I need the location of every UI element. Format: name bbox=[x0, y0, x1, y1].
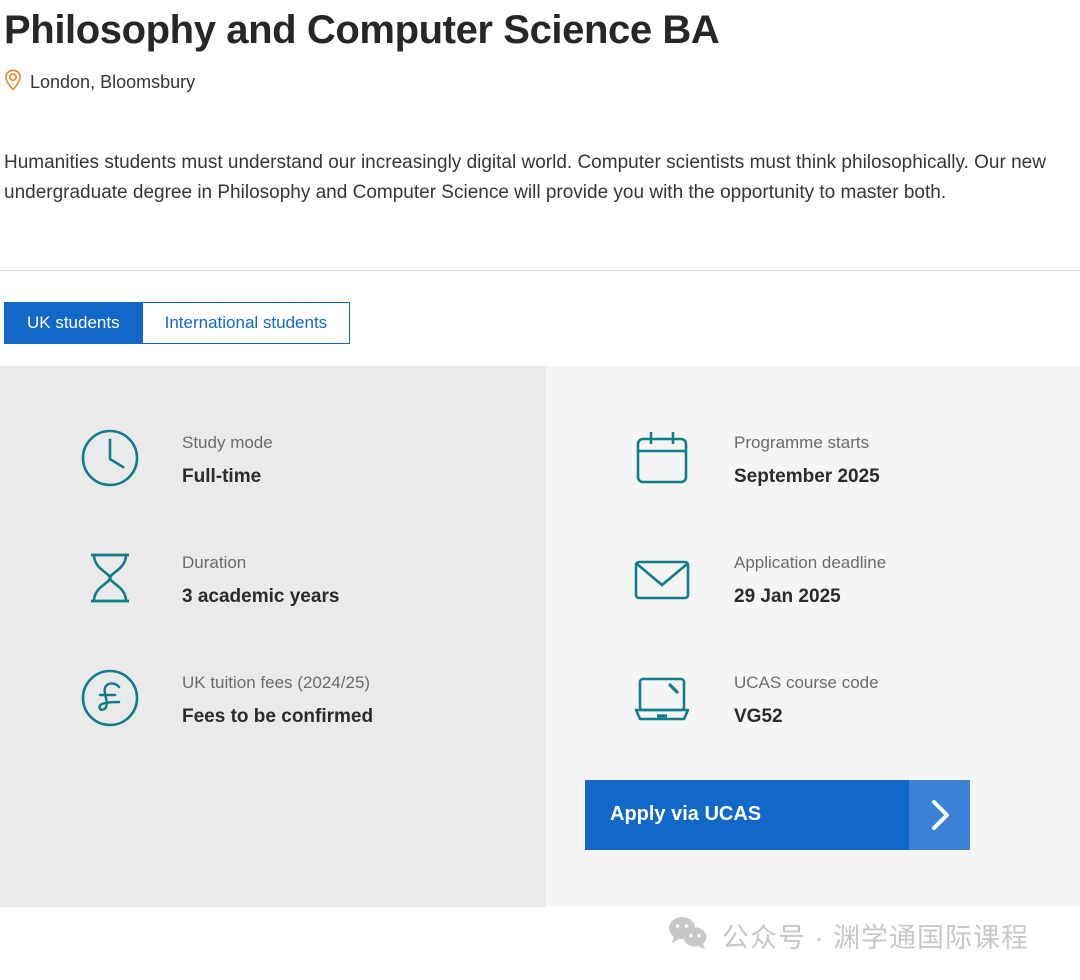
fact-text: Programme starts September 2025 bbox=[734, 426, 880, 490]
map-pin-icon bbox=[4, 69, 22, 96]
fact-value: Full-time bbox=[182, 465, 262, 487]
fact-label: Application deadline bbox=[734, 552, 887, 572]
fact-text: Duration 3 academic years bbox=[182, 546, 339, 610]
location-row: London, Bloomsbury bbox=[4, 69, 1080, 96]
wechat-icon bbox=[668, 916, 708, 955]
section-divider bbox=[0, 269, 1080, 271]
fact-label: Programme starts bbox=[734, 432, 870, 452]
clock-icon bbox=[78, 426, 142, 490]
fact-label: UCAS course code bbox=[734, 672, 879, 692]
fact-label: Study mode bbox=[182, 432, 273, 452]
hourglass-icon bbox=[78, 546, 142, 610]
page-title: Philosophy and Computer Science BA bbox=[4, 8, 720, 52]
facts-panel-right: Programme starts September 2025 Applicat… bbox=[546, 365, 1080, 907]
fact-text: UK tuition fees (2024/25) Fees to be con… bbox=[182, 666, 373, 730]
fact-programme-starts: Programme starts September 2025 bbox=[630, 426, 1080, 490]
fact-value: September 2025 bbox=[734, 465, 880, 487]
course-facts-panels: Study mode Full-time Duration 3 academic… bbox=[0, 365, 1080, 907]
fact-text: UCAS course code VG52 bbox=[734, 666, 879, 730]
fact-label: Duration bbox=[182, 552, 247, 572]
location-label: London, Bloomsbury bbox=[30, 71, 196, 92]
fact-text: Application deadline 29 Jan 2025 bbox=[734, 546, 886, 610]
fact-label: UK tuition fees (2024/25) bbox=[182, 672, 371, 692]
fact-value: VG52 bbox=[734, 705, 783, 727]
fact-application-deadline: Application deadline 29 Jan 2025 bbox=[630, 546, 1080, 610]
page-header: Philosophy and Computer Science BA Londo… bbox=[0, 0, 1080, 96]
apply-via-ucas-button[interactable]: Apply via UCAS bbox=[585, 779, 970, 850]
fact-value: 29 Jan 2025 bbox=[734, 585, 841, 607]
watermark: 公众号 · 渊学通国际课程 bbox=[668, 916, 1029, 955]
intro-paragraph: Humanities students must understand our … bbox=[4, 151, 1046, 203]
fact-study-mode: Study mode Full-time bbox=[78, 426, 546, 490]
tab-international-students[interactable]: International students bbox=[142, 301, 351, 344]
fact-ucas-course-code: UCAS course code VG52 bbox=[630, 666, 1080, 730]
fact-duration: Duration 3 academic years bbox=[78, 546, 546, 610]
calendar-icon bbox=[630, 426, 694, 490]
facts-panel-left: Study mode Full-time Duration 3 academic… bbox=[0, 365, 546, 907]
pound-icon bbox=[78, 666, 142, 730]
apply-button-label: Apply via UCAS bbox=[610, 803, 762, 826]
fact-text: Study mode Full-time bbox=[182, 426, 273, 490]
student-type-tabs: UK students International students bbox=[4, 301, 1080, 344]
laptop-icon bbox=[630, 666, 694, 730]
watermark-text: 公众号 · 渊学通国际课程 bbox=[722, 923, 1029, 953]
envelope-icon bbox=[630, 546, 694, 610]
fact-tuition-fees: UK tuition fees (2024/25) Fees to be con… bbox=[78, 666, 546, 730]
tab-uk-students[interactable]: UK students bbox=[4, 301, 143, 344]
fact-value: 3 academic years bbox=[182, 585, 340, 607]
fact-value: Fees to be confirmed bbox=[182, 705, 374, 727]
chevron-right-icon bbox=[909, 779, 970, 850]
